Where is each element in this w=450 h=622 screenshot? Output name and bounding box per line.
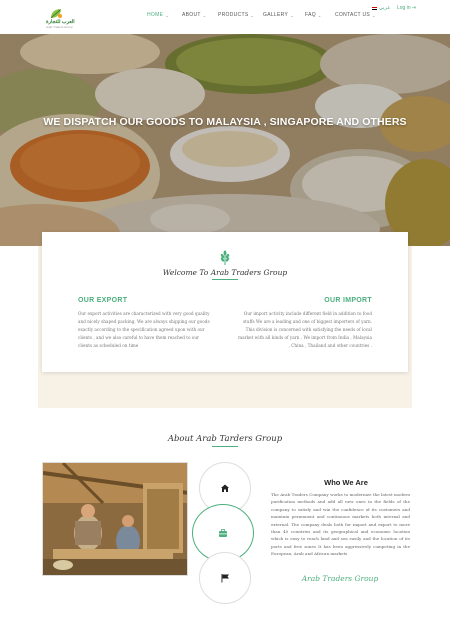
flag-icon: [372, 6, 377, 10]
export-text: Our export activities are characterized …: [78, 311, 210, 348]
flag-circle[interactable]: [199, 552, 251, 604]
nav-item-products[interactable]: PRODUCTS ⌄: [218, 12, 263, 18]
main-nav: HOME ⌄ ABOUT ⌄ PRODUCTS ⌄ GALLERY ⌄ FAQ …: [147, 12, 375, 18]
welcome-card: Welcome To Arab Traders Group OUR EXPORT…: [42, 232, 408, 372]
language-switch[interactable]: عربي: [372, 5, 390, 11]
import-heading: OUR IMPORT: [324, 297, 372, 304]
site-logo[interactable]: العرب للتجارة Arab Traders Group: [46, 8, 80, 29]
home-icon: [221, 484, 229, 492]
nav-label-gallery: GALLERY: [263, 12, 289, 18]
nav-item-about[interactable]: ABOUT ⌄: [182, 12, 218, 18]
nav-label-about: ABOUT: [182, 12, 201, 18]
nav-label-home: HOME: [147, 12, 164, 18]
briefcase-icon: [219, 529, 227, 537]
who-we-are-text: The Arab Traders Company works to modern…: [271, 492, 410, 557]
logo-leaf-icon: [50, 9, 62, 19]
hero-overlay: [0, 34, 450, 246]
about-painting-image: [42, 462, 188, 576]
chevron-down-icon: ⌄: [250, 12, 255, 18]
flag-icon: [221, 574, 229, 583]
hero-title: WE DISPATCH OUR GOODS TO MALAYSIA , SING…: [43, 116, 407, 128]
login-label: Log in: [397, 5, 411, 11]
chevron-down-icon: ⌄: [165, 12, 169, 18]
nav-label-faq: FAQ: [305, 12, 316, 18]
welcome-title: Welcome To Arab Traders Group: [162, 268, 288, 277]
about-title: About Arab Tarders Group: [167, 434, 283, 444]
hero-banner: WE DISPATCH OUR GOODS TO MALAYSIA , SING…: [0, 34, 450, 246]
nav-label-contact: CONTACT US: [335, 12, 371, 18]
import-text: Our import activity include different fi…: [238, 311, 372, 348]
title-underline: [212, 279, 238, 280]
chevron-down-icon: ⌄: [372, 12, 376, 18]
nav-item-gallery[interactable]: GALLERY ⌄: [263, 12, 305, 18]
language-label: عربي: [379, 5, 391, 11]
signature-text: Arab Traders Group: [301, 574, 379, 583]
site-header: العرب للتجارة Arab Traders Group HOME ⌄ …: [0, 0, 450, 34]
who-we-are-title: Who We Are: [324, 478, 368, 487]
about-icon-column: [192, 462, 254, 604]
chevron-down-icon: ⌄: [317, 12, 322, 18]
login-icon: ⇥: [411, 5, 416, 11]
nav-item-faq[interactable]: FAQ ⌄: [305, 12, 335, 18]
wheat-icon: [220, 250, 230, 265]
nav-item-home[interactable]: HOME ⌄: [147, 12, 182, 18]
chevron-down-icon: ⌄: [290, 12, 294, 18]
login-link[interactable]: Log in ⇥: [397, 5, 416, 11]
export-heading: OUR EXPORT: [78, 297, 128, 304]
nav-label-products: PRODUCTS: [218, 12, 249, 18]
title-underline: [212, 446, 238, 447]
chevron-down-icon: ⌄: [202, 12, 207, 18]
logo-tagline: Arab Traders Group: [46, 25, 73, 29]
painting-illustration: [43, 463, 187, 575]
nav-item-contact[interactable]: CONTACT US ⌄: [335, 12, 375, 18]
